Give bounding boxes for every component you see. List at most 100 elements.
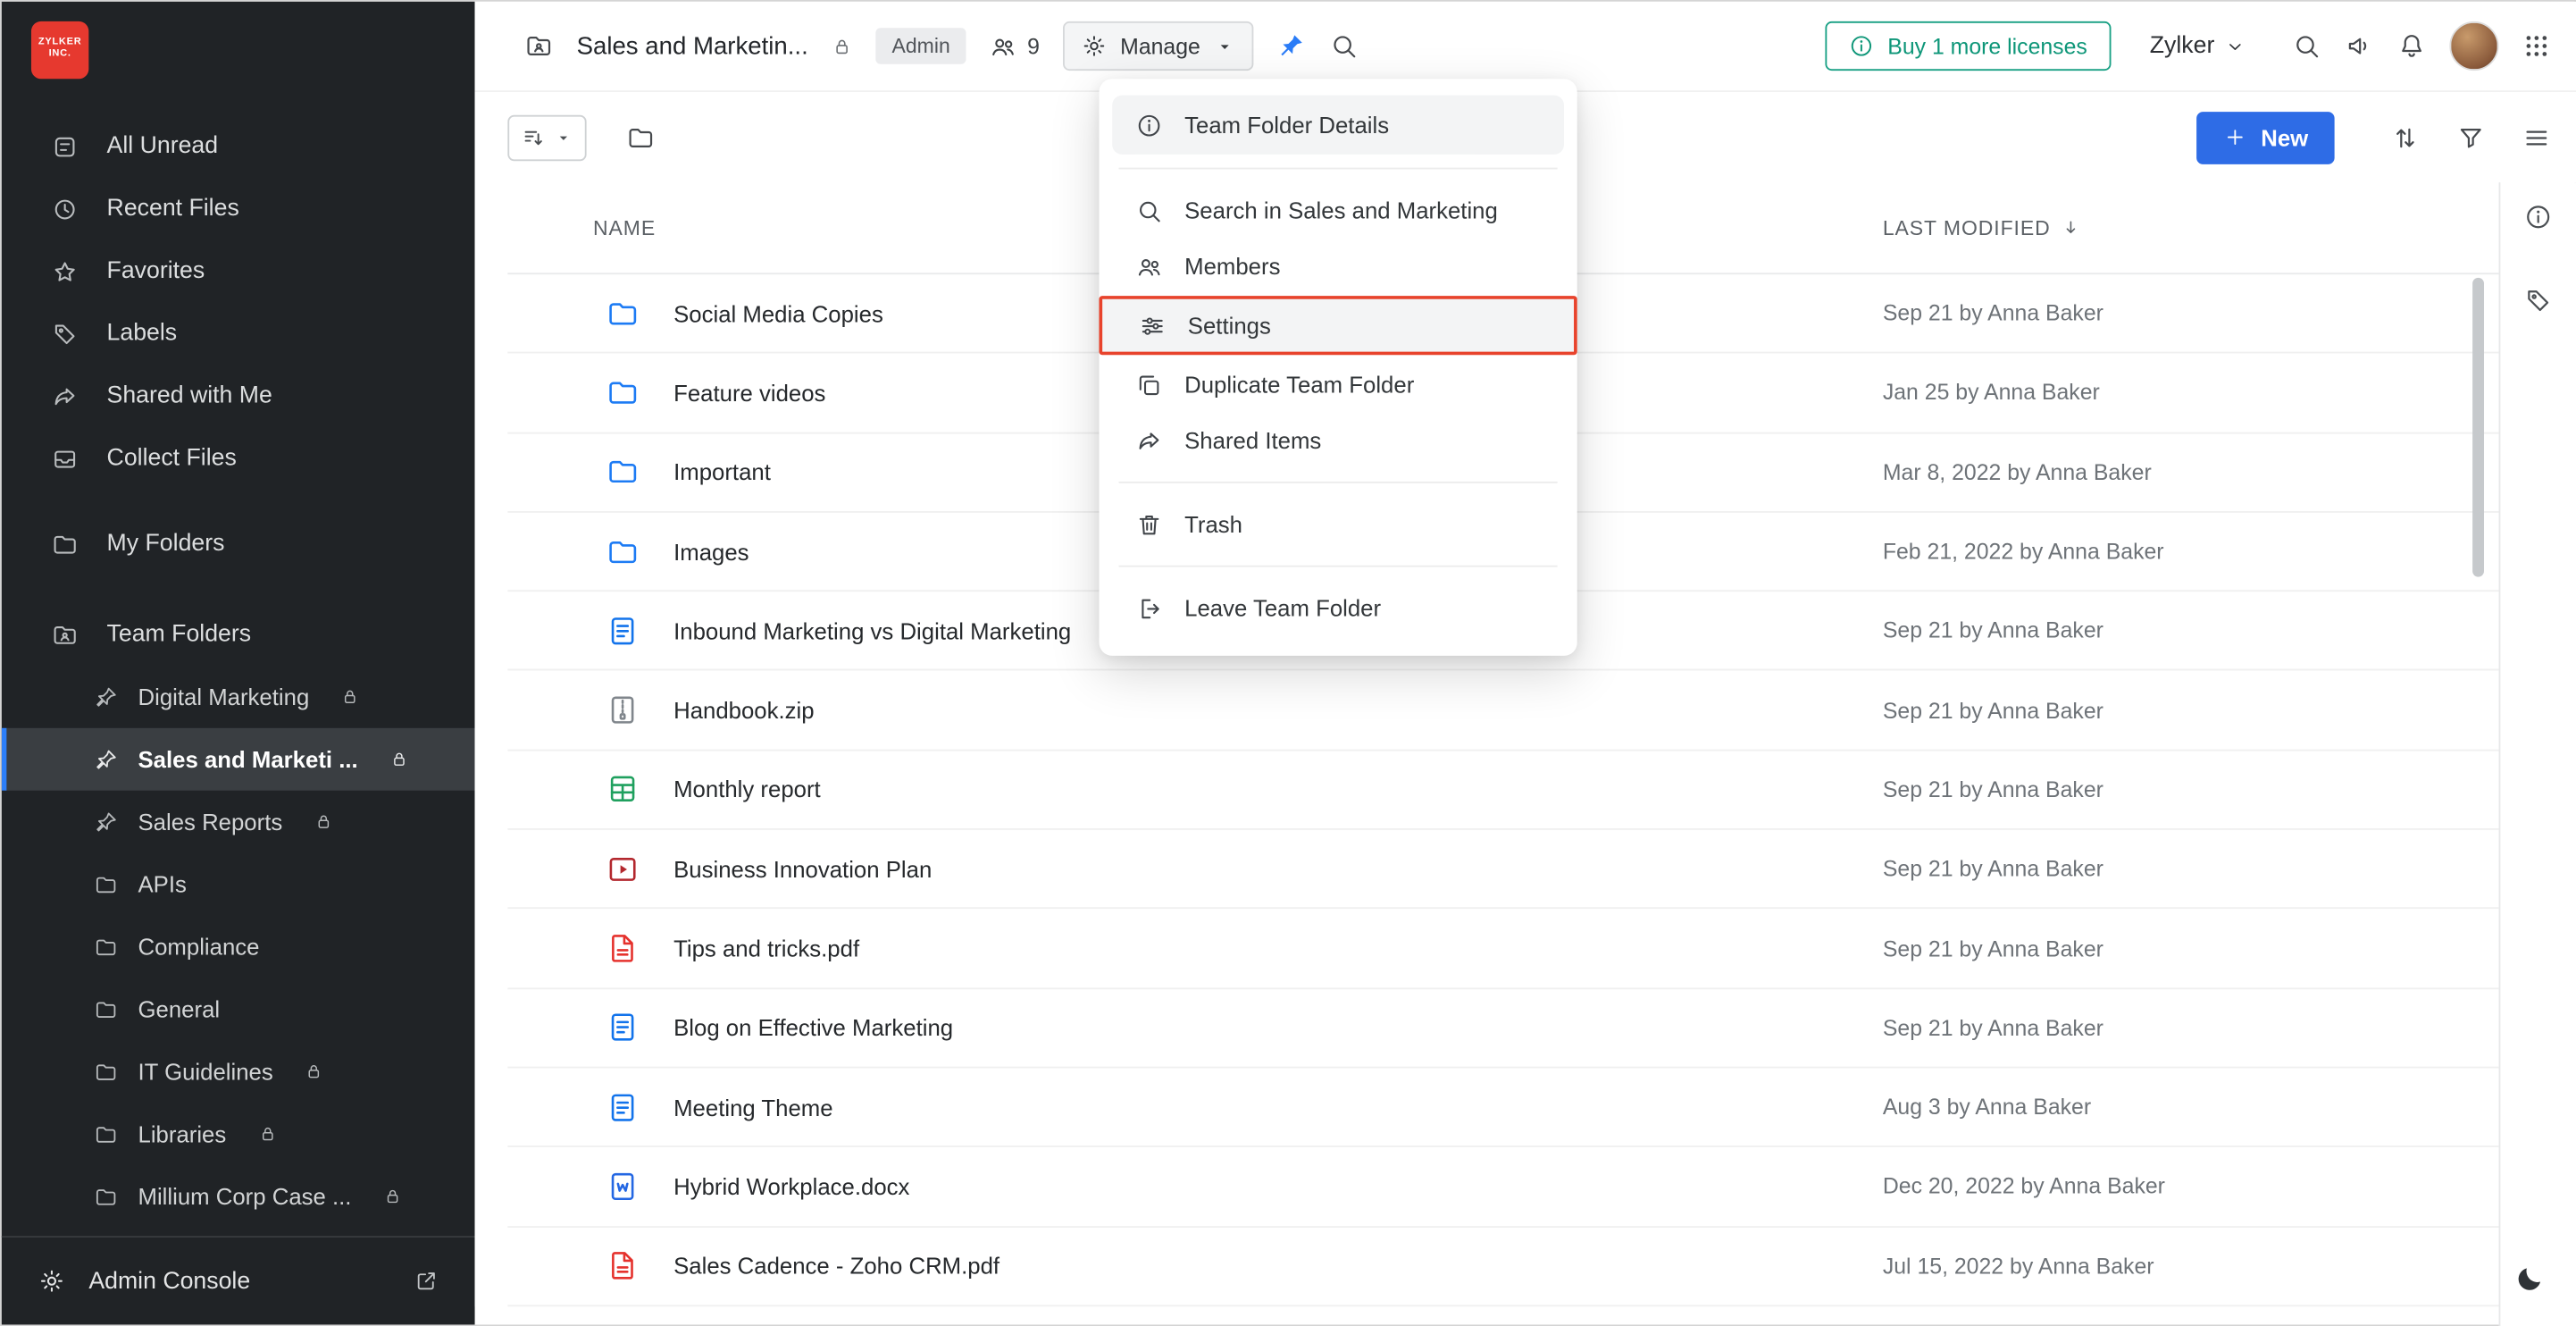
file-row[interactable]: Handbook.zip Sep 21 by Anna Baker [507, 671, 2498, 751]
sidebar-item-my-folders[interactable]: My Folders [2, 513, 475, 575]
global-search-icon[interactable] [2292, 31, 2321, 61]
file-row[interactable]: Business Innovation Plan Sep 21 by Anna … [507, 830, 2498, 910]
new-button[interactable]: New [2196, 111, 2334, 164]
column-last-modified[interactable]: LAST MODIFIED [1883, 216, 2082, 239]
folder-icon [606, 376, 640, 409]
sidebar-section-gap [2, 575, 475, 603]
sidebar-item-recent-files[interactable]: Recent Files [2, 178, 475, 240]
file-name: Inbound Marketing vs Digital Marketing [673, 617, 1071, 643]
file-name: Handbook.zip [673, 697, 814, 723]
org-switcher[interactable]: Zylker [2150, 33, 2246, 59]
lock-icon [257, 1124, 277, 1144]
list-view-icon[interactable] [2522, 122, 2551, 152]
admin-console-link[interactable]: Admin Console [2, 1236, 475, 1324]
menu-item-trash[interactable]: Trash [1112, 496, 1564, 552]
pin-icon [94, 810, 119, 835]
sort-view-button[interactable] [507, 114, 586, 160]
folder-icon [606, 456, 640, 489]
menu-divider [1119, 566, 1558, 567]
folder-search-icon[interactable] [1328, 31, 1358, 61]
folder-icon [606, 297, 640, 330]
sidebar-item-shared-with-me[interactable]: Shared with Me [2, 365, 475, 427]
sidebar-item-team-folders[interactable]: Team Folders [2, 603, 475, 666]
sidebar-teamfolder-sales-and-marketing[interactable]: Sales and Marketi ... [2, 728, 475, 791]
members-icon [1135, 252, 1163, 280]
menu-item-label: Team Folder Details [1184, 112, 1389, 138]
sidebar-item-all-unread[interactable]: All Unread [2, 115, 475, 178]
unread-icon [51, 132, 79, 160]
labels-tag-icon[interactable] [2523, 286, 2553, 315]
sidebar: ZYLKER INC. All Unread Recent Files Favo… [2, 2, 475, 1325]
sidebar-item-label: Team Folders [107, 621, 252, 647]
file-modified: Sep 21 by Anna Baker [1883, 777, 2103, 802]
folder-icon [606, 535, 640, 568]
sidebar-teamfolder-it-guidelines[interactable]: IT Guidelines [2, 1040, 475, 1103]
filter-funnel-icon[interactable] [2456, 122, 2486, 152]
folder-view-icon[interactable] [626, 122, 656, 152]
menu-item-label: Shared Items [1184, 427, 1321, 453]
announcements-icon[interactable] [2345, 31, 2374, 61]
spreadsheet-icon [606, 773, 640, 806]
sidebar-teamfolder-digital-marketing[interactable]: Digital Marketing [2, 666, 475, 728]
pin-icon [94, 747, 119, 772]
sidebar-teamfolder-sales-reports[interactable]: Sales Reports [2, 791, 475, 853]
menu-item-settings[interactable]: Settings [1099, 296, 1577, 355]
file-name: Important [673, 459, 771, 485]
writer-doc-icon [606, 1011, 640, 1045]
sidebar-item-favorites[interactable]: Favorites [2, 240, 475, 303]
zylker-logo[interactable]: ZYLKER INC. [31, 21, 88, 78]
sort-order-icon[interactable] [2390, 122, 2420, 152]
file-modified: Sep 21 by Anna Baker [1883, 1015, 2103, 1040]
sidebar-teamfolder-libraries[interactable]: Libraries [2, 1103, 475, 1165]
sidebar-teamfolder-apis[interactable]: APIs [2, 853, 475, 916]
settings-sliders-icon [1139, 312, 1167, 340]
teamfolder-label: General [138, 996, 221, 1022]
sidebar-item-label: Collect Files [107, 445, 237, 471]
team-folder-icon [524, 31, 554, 61]
folder-icon [94, 872, 119, 897]
trash-icon [1135, 510, 1163, 538]
file-row[interactable]: Meeting Theme Aug 3 by Anna Baker [507, 1068, 2498, 1147]
menu-item-duplicate-team-folder[interactable]: Duplicate Team Folder [1112, 357, 1564, 413]
manage-button[interactable]: Manage [1063, 21, 1253, 71]
menu-item-members[interactable]: Members [1112, 239, 1564, 295]
members-icon [990, 32, 1017, 60]
sidebar-item-collect-files[interactable]: Collect Files [2, 427, 475, 490]
sidebar-item-label: Labels [107, 321, 178, 347]
members-count[interactable]: 9 [990, 32, 1040, 60]
file-row[interactable]: Hybrid Workplace.docx Dec 20, 2022 by An… [507, 1147, 2498, 1227]
details-info-icon[interactable] [2523, 202, 2553, 231]
apps-grid-icon[interactable] [2522, 31, 2551, 61]
user-avatar[interactable] [2449, 21, 2498, 71]
sidebar-teamfolder-millium-corp-case[interactable]: Millium Corp Case ... [2, 1165, 475, 1228]
sidebar-item-labels[interactable]: Labels [2, 302, 475, 365]
sidebar-teamfolder-general[interactable]: General [2, 978, 475, 1040]
menu-item-label: Members [1184, 253, 1280, 279]
teamfolder-label: Millium Corp Case ... [138, 1183, 352, 1209]
dark-mode-moon-icon[interactable] [2515, 1263, 2545, 1293]
menu-item-search-in-team-folder[interactable]: Search in Sales and Marketing [1112, 182, 1564, 239]
teamfolder-label: Compliance [138, 934, 260, 960]
sidebar-teamfolder-compliance[interactable]: Compliance [2, 915, 475, 978]
info-icon [1848, 33, 1874, 59]
folder-icon [94, 1184, 119, 1209]
pin-toggle-icon[interactable] [1275, 31, 1305, 61]
file-row[interactable]: Monthly report Sep 21 by Anna Baker [507, 751, 2498, 830]
toolbar-icons [2390, 122, 2551, 152]
menu-item-team-folder-details[interactable]: Team Folder Details [1112, 96, 1564, 155]
gear-icon [38, 1267, 65, 1295]
buy-licenses-button[interactable]: Buy 1 more licenses [1825, 21, 2110, 71]
column-name[interactable]: NAME [593, 216, 656, 239]
file-row[interactable]: Sales Cadence - Zoho CRM.pdf Jul 15, 202… [507, 1227, 2498, 1306]
file-row[interactable]: Blog on Effective Marketing Sep 21 by An… [507, 989, 2498, 1069]
file-modified: Dec 20, 2022 by Anna Baker [1883, 1174, 2165, 1199]
file-name: Sales Cadence - Zoho CRM.pdf [673, 1253, 999, 1279]
plus-icon [2223, 125, 2248, 150]
sidebar-section-gap [2, 490, 475, 513]
vertical-scrollbar[interactable] [2472, 278, 2484, 577]
menu-item-leave-team-folder[interactable]: Leave Team Folder [1112, 580, 1564, 636]
file-row[interactable]: Tips and tricks.pdf Sep 21 by Anna Baker [507, 910, 2498, 989]
menu-item-label: Leave Team Folder [1184, 595, 1381, 621]
menu-item-shared-items[interactable]: Shared Items [1112, 413, 1564, 469]
notifications-bell-icon[interactable] [2397, 31, 2427, 61]
